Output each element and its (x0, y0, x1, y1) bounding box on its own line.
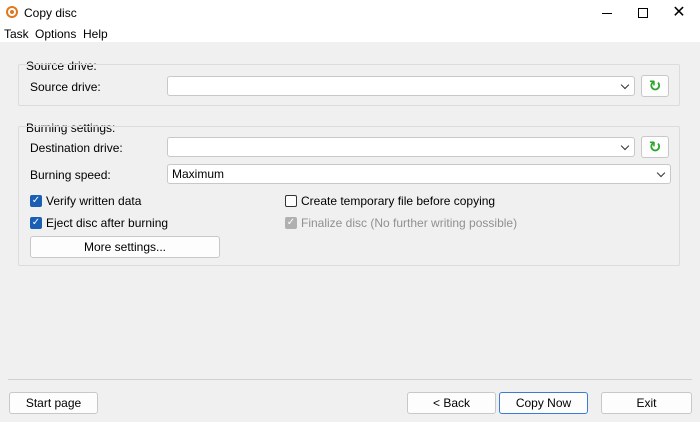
menu-task[interactable]: Task (4, 27, 29, 41)
menu-help[interactable]: Help (83, 27, 108, 41)
chevron-down-icon (620, 80, 630, 90)
menu-options[interactable]: Options (35, 27, 76, 41)
verify-label: Verify written data (46, 194, 142, 208)
back-button[interactable]: < Back (407, 392, 496, 414)
disc-app-icon (6, 6, 18, 18)
finalize-label: Finalize disc (No further writing possib… (301, 216, 518, 230)
copy-now-button[interactable]: Copy Now (499, 392, 588, 414)
start-page-button[interactable]: Start page (9, 392, 98, 414)
window-title: Copy disc (24, 6, 77, 20)
burning-speed-label: Burning speed: (30, 168, 111, 182)
destination-drive-select[interactable] (167, 137, 635, 157)
temp-file-checkbox[interactable]: Create temporary file before copying (285, 194, 495, 208)
eject-label: Eject disc after burning (46, 216, 169, 230)
close-icon: ✕ (672, 4, 686, 21)
burning-speed-value: Maximum (172, 167, 225, 181)
checkbox-check-icon: ✓ (285, 217, 297, 229)
title-bar: Copy disc ✕ (0, 0, 700, 26)
checkbox-check-icon: ✓ (30, 195, 42, 207)
maximize-icon (638, 8, 648, 18)
eject-checkbox[interactable]: ✓ Eject disc after burning (30, 216, 168, 230)
close-button[interactable]: ✕ (656, 0, 700, 26)
temp-file-label: Create temporary file before copying (301, 194, 496, 208)
more-settings-button[interactable]: More settings... (30, 236, 220, 258)
finalize-checkbox: ✓ Finalize disc (No further writing poss… (285, 216, 517, 230)
checkbox-empty-icon (285, 195, 297, 207)
verify-checkbox[interactable]: ✓ Verify written data (30, 194, 141, 208)
chevron-down-icon (656, 168, 666, 178)
exit-button[interactable]: Exit (601, 392, 692, 414)
refresh-icon: ↻ (648, 138, 662, 156)
refresh-icon: ↻ (648, 77, 662, 95)
burning-speed-select[interactable]: Maximum (167, 164, 671, 184)
source-drive-label: Source drive: (30, 80, 101, 94)
footer-separator (8, 379, 692, 380)
refresh-source-button[interactable]: ↻ (641, 75, 669, 97)
destination-drive-label: Destination drive: (30, 141, 123, 155)
minimize-icon (602, 12, 612, 14)
checkbox-check-icon: ✓ (30, 217, 42, 229)
refresh-destination-button[interactable]: ↻ (641, 136, 669, 158)
menu-bar: Task Options Help (0, 26, 700, 42)
source-drive-select[interactable] (167, 76, 635, 96)
chevron-down-icon (620, 141, 630, 151)
